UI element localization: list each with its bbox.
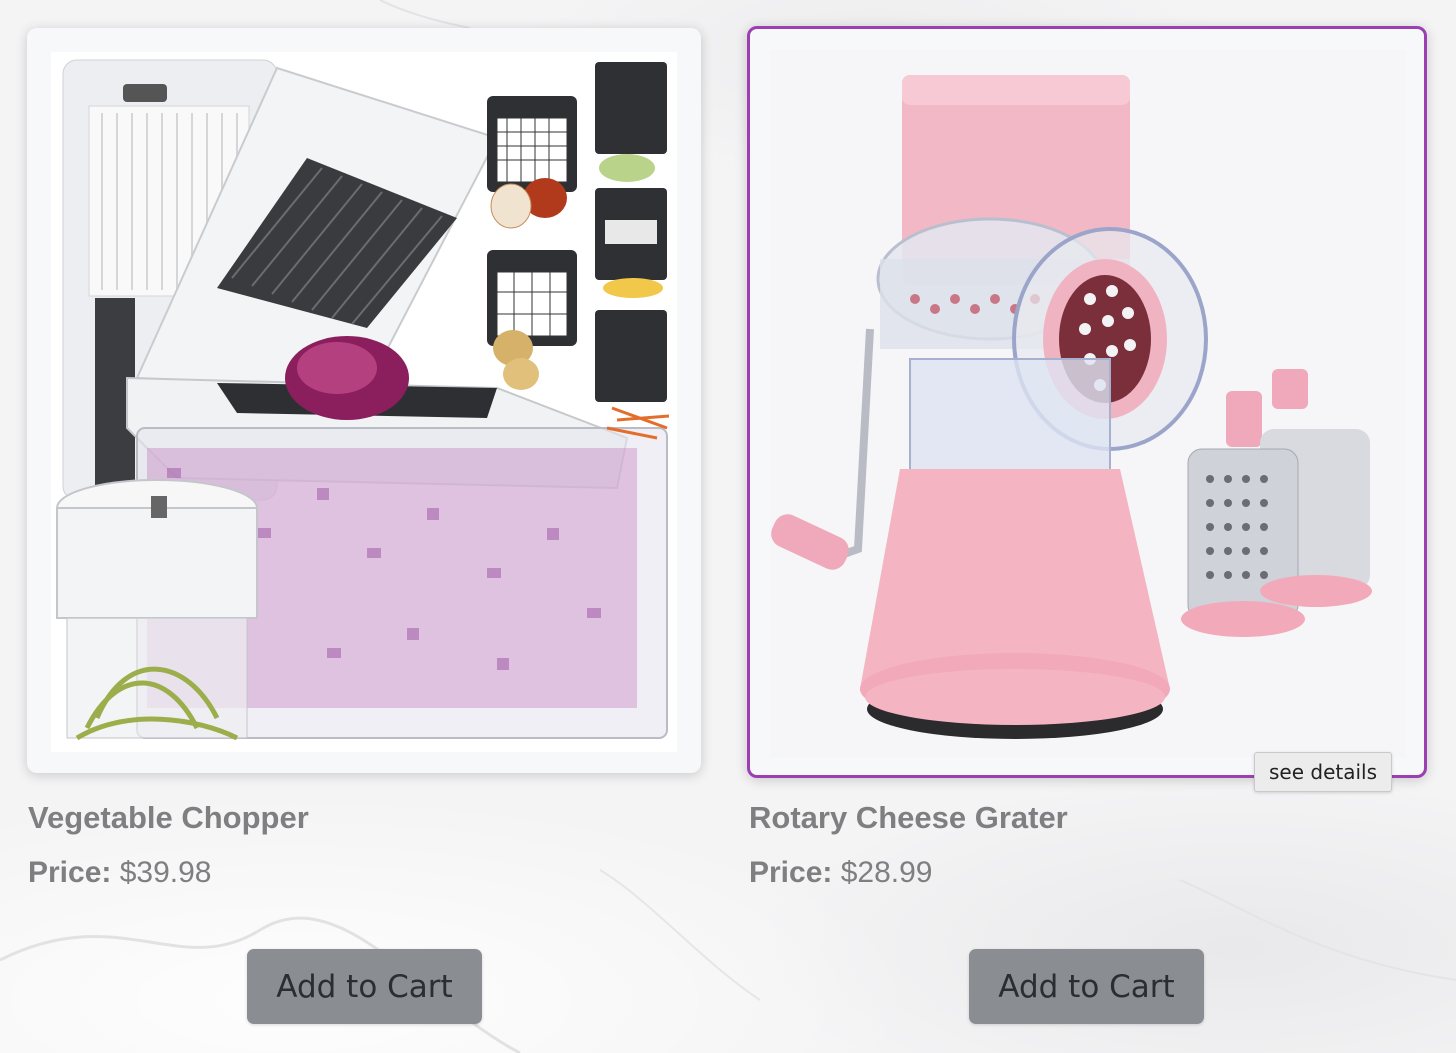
see-details-tooltip: see details xyxy=(1254,752,1392,792)
product-image-vegetable-chopper[interactable] xyxy=(27,28,701,773)
price-value: $28.99 xyxy=(840,856,933,889)
price-label: Price: xyxy=(28,856,112,889)
add-to-cart-button[interactable]: Add to Cart xyxy=(969,949,1204,1024)
price-label: Price: xyxy=(749,856,833,889)
product-title[interactable]: Vegetable Chopper xyxy=(28,800,309,836)
product-title[interactable]: Rotary Cheese Grater xyxy=(749,800,1068,836)
product-image-rotary-cheese-grater[interactable] xyxy=(747,26,1427,778)
price-value: $39.98 xyxy=(119,856,212,889)
add-to-cart-button[interactable]: Add to Cart xyxy=(247,949,482,1024)
product-card-vegetable-chopper: Vegetable Chopper Price: $39.98 Add to C… xyxy=(27,0,703,1053)
product-price: Price: $28.99 xyxy=(749,856,933,890)
product-price: Price: $39.98 xyxy=(28,856,212,890)
product-card-rotary-cheese-grater: see details Rotary Cheese Grater Price: … xyxy=(747,0,1427,1053)
